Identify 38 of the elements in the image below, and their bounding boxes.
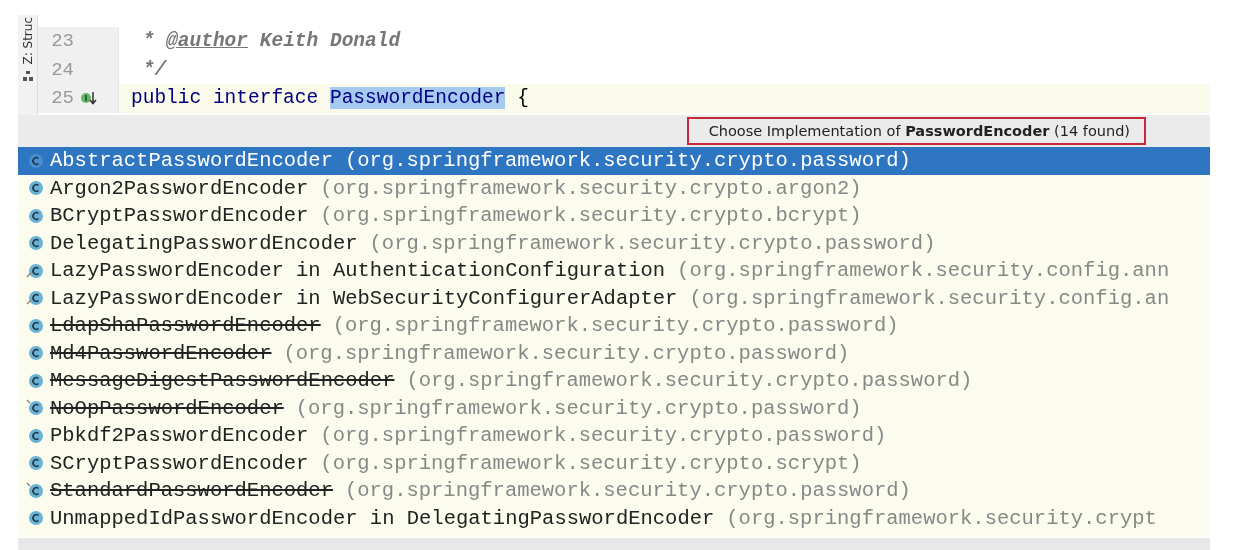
structure-icon (22, 70, 33, 81)
class-icon (26, 509, 44, 528)
line-number: 23 (50, 30, 74, 53)
line-number: 24 (50, 58, 74, 81)
marked-class-icon (26, 481, 44, 500)
inner-class-icon (26, 261, 44, 280)
class-icon (26, 426, 44, 445)
implementation-item[interactable]: Argon2PasswordEncoder (org.springframework.security.crypto.argon2) (18, 174, 1210, 202)
popup-title: Choose Implementation of PasswordEncoder (14 found) (686, 117, 1146, 145)
class-icon (26, 234, 44, 253)
class-icon (26, 371, 44, 390)
implementation-item[interactable]: LazyPasswordEncoder in WebSecurityConfigurerAdapter (org.springframework.security.config.an (18, 284, 1210, 312)
code-line: */ (141, 58, 167, 81)
class-icon (26, 206, 44, 225)
implementation-item[interactable]: Md4PasswordEncoder (org.springframework.security.crypto.password) (18, 339, 1210, 367)
implementation-item[interactable]: UnmappedIdPasswordEncoder in DelegatingPasswordEncoder (org.springframework.security.crypt (18, 504, 1210, 532)
implementation-item[interactable]: AbstractPasswordEncoder (org.springframework.security.crypto.password) (18, 147, 1210, 175)
implemented-marker-icon[interactable] (80, 90, 98, 107)
implementation-item[interactable]: NoOpPasswordEncoder (org.springframework.security.crypto.password) (18, 394, 1210, 422)
implementation-item[interactable]: DelegatingPasswordEncoder (org.springframework.security.crypto.password) (18, 229, 1210, 257)
line-number: 25 (50, 87, 74, 110)
inner-class-icon (26, 289, 44, 308)
class-icon (26, 151, 44, 170)
class-icon (26, 454, 44, 473)
marked-class-icon (26, 399, 44, 418)
class-icon (26, 316, 44, 335)
tool-window-tab[interactable]: Z: Struc (20, 17, 35, 65)
implementation-item[interactable]: LdapShaPasswordEncoder (org.springframework.security.crypto.password) (18, 312, 1210, 340)
implementation-item[interactable]: StandardPasswordEncoder (org.springframework.security.crypto.password) (18, 477, 1210, 505)
class-icon (26, 344, 44, 363)
implementation-item[interactable]: MessageDigestPasswordEncoder (org.springframework.security.crypto.password) (18, 367, 1210, 395)
implementation-item[interactable]: BCryptPasswordEncoder (org.springframework.security.crypto.bcrypt) (18, 202, 1210, 230)
implementation-item[interactable]: SCryptPasswordEncoder (org.springframework.security.crypto.scrypt) (18, 449, 1210, 477)
class-icon (26, 179, 44, 198)
code-line: * @author Keith Donald (141, 30, 401, 53)
implementation-item[interactable]: LazyPasswordEncoder in AuthenticationConfiguration (org.springframework.security.config.ann (18, 257, 1210, 285)
code-line: public interface PasswordEncoder { (131, 87, 529, 110)
implementation-item[interactable]: Pbkdf2PasswordEncoder (org.springframework.security.crypto.password) (18, 422, 1210, 450)
